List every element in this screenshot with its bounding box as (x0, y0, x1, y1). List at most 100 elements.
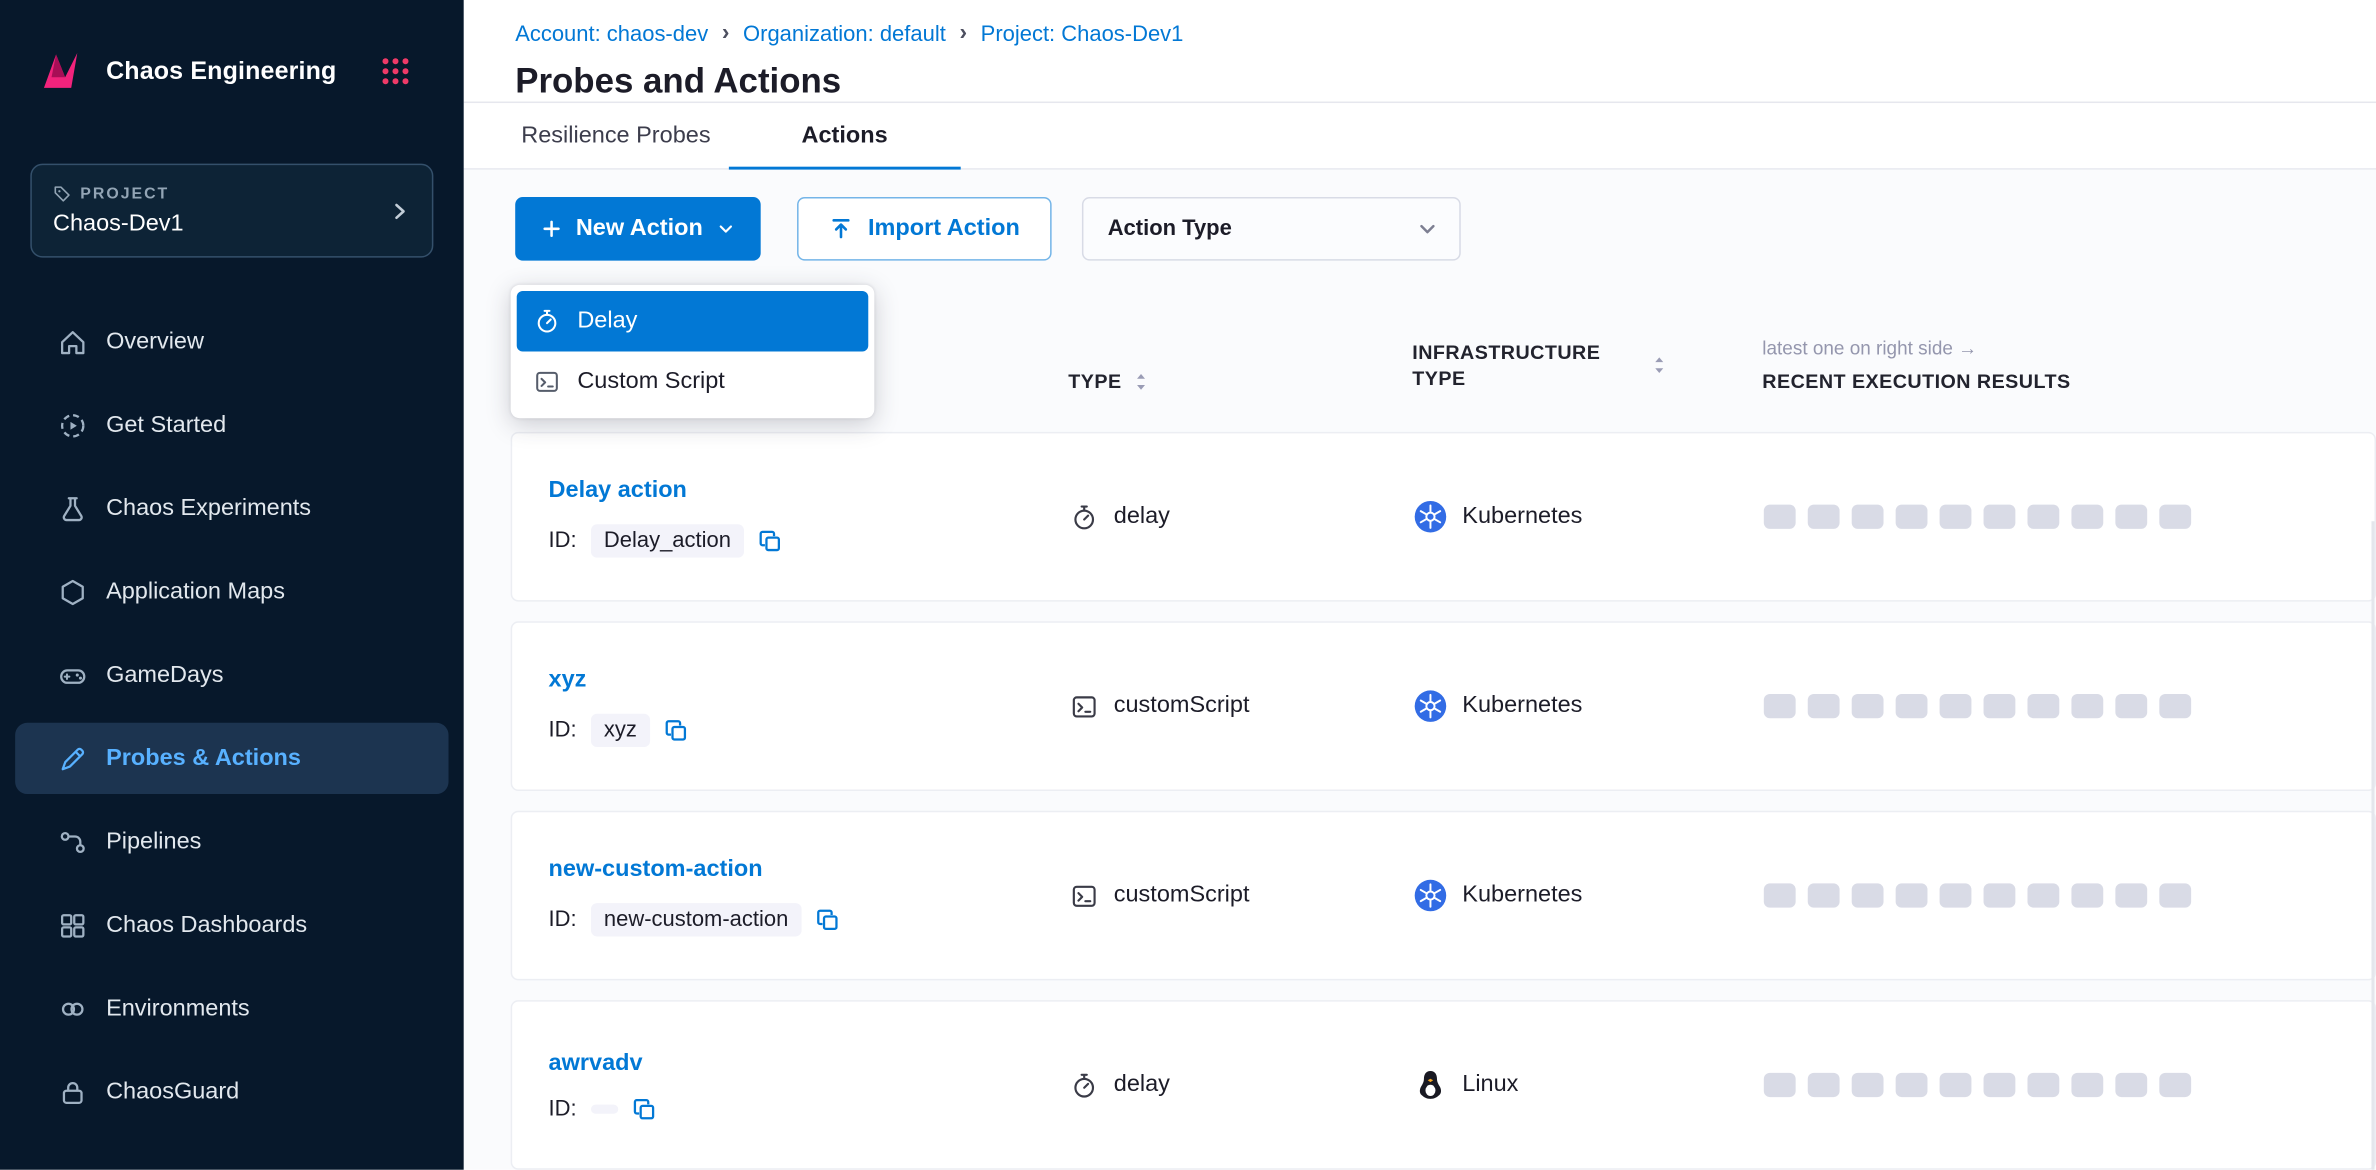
copy-icon[interactable] (816, 907, 840, 931)
script-icon (533, 368, 560, 395)
recent-execution-results (1764, 694, 2375, 718)
get-started-icon (58, 410, 88, 440)
breadcrumb-link[interactable]: Account: chaos-dev (515, 22, 708, 46)
kubernetes-icon (1414, 689, 1447, 722)
execution-result-placeholder (2071, 1073, 2103, 1097)
breadcrumb-link[interactable]: Organization: default (743, 22, 946, 46)
execution-result-placeholder (1940, 1073, 1972, 1097)
sidebar-item-application-maps[interactable]: Application Maps (15, 556, 448, 627)
execution-result-placeholder (2027, 694, 2059, 718)
type-header-label: TYPE (1068, 370, 1121, 393)
sidebar-item-label: Environments (106, 995, 250, 1022)
tab-resilience-probes[interactable]: Resilience Probes (521, 103, 729, 168)
sidebar-item-chaos-dashboards[interactable]: Chaos Dashboards (15, 889, 448, 960)
execution-result-placeholder (1852, 694, 1884, 718)
sidebar: Chaos Engineering PROJECT Chaos-Dev1 Ove… (0, 0, 464, 1170)
sidebar-item-label: Probes & Actions (106, 745, 301, 772)
action-id-chip: xyz (590, 713, 650, 746)
sidebar-item-overview[interactable]: Overview (15, 306, 448, 377)
execution-result-placeholder (1940, 883, 1972, 907)
execution-result-placeholder (2159, 694, 2191, 718)
execution-result-placeholder (1984, 505, 2016, 529)
table-header-type[interactable]: TYPE (1068, 370, 1412, 393)
sort-icon[interactable] (1134, 370, 1149, 391)
execution-result-placeholder (2027, 1073, 2059, 1097)
action-name-link[interactable]: new-custom-action (549, 855, 1070, 882)
action-row: xyz ID: xyz customScript Kubernetes (511, 621, 2376, 791)
action-name-link[interactable]: Delay action (549, 477, 1070, 504)
table-rows: Delay action ID: Delay_action delay Kube… (511, 432, 2376, 1170)
table-header-infrastructure[interactable]: INFRASTRUCTURE TYPE (1412, 339, 1762, 392)
menu-item-custom-script[interactable]: Custom Script (517, 352, 869, 413)
execution-result-placeholder (1852, 505, 1884, 529)
infrastructure-type-value: Kubernetes (1462, 503, 1582, 530)
execution-result-placeholder (2159, 883, 2191, 907)
lock-icon (58, 1077, 88, 1107)
sidebar-item-get-started[interactable]: Get Started (15, 389, 448, 460)
execution-result-placeholder (2027, 505, 2059, 529)
execution-result-placeholder (1764, 1073, 1796, 1097)
chaos-logo-icon[interactable] (30, 41, 91, 102)
import-action-button[interactable]: Import Action (797, 197, 1052, 261)
sidebar-item-probes-actions[interactable]: Probes & Actions (15, 723, 448, 794)
execution-result-placeholder (1984, 1073, 2016, 1097)
action-type-value: customScript (1114, 882, 1250, 909)
execution-result-placeholder (1852, 1073, 1884, 1097)
action-type-cell: customScript (1070, 881, 1414, 910)
project-info: PROJECT Chaos-Dev1 (53, 184, 184, 237)
action-row: new-custom-action ID: new-custom-action … (511, 811, 2376, 981)
sidebar-item-label: Overview (106, 328, 204, 355)
execution-result-placeholder (1808, 505, 1840, 529)
chevron-right-icon (388, 199, 411, 222)
sidebar-item-environments[interactable]: Environments (15, 973, 448, 1044)
sort-icon[interactable] (1652, 355, 1667, 376)
copy-icon[interactable] (758, 528, 782, 552)
copy-icon[interactable] (664, 717, 688, 741)
actions-table: TYPE INFRASTRUCTURE TYPE latest one on r… (464, 286, 2376, 1169)
recent-execution-results (1764, 1073, 2375, 1097)
infrastructure-cell: Kubernetes (1414, 689, 1764, 722)
execution-result-placeholder (2071, 883, 2103, 907)
page-title: Probes and Actions (515, 61, 2376, 102)
sidebar-item-chaos-experiments[interactable]: Chaos Experiments (15, 473, 448, 544)
execution-result-placeholder (2115, 505, 2147, 529)
menu-item-label: Delay (577, 308, 637, 335)
scrollbar[interactable] (2371, 521, 2374, 1170)
action-row: awrvadv ID: delay Linux (511, 1000, 2376, 1170)
execution-result-placeholder (2027, 883, 2059, 907)
sidebar-item-label: Pipelines (106, 828, 201, 855)
action-name-link[interactable]: awrvadv (549, 1049, 1070, 1076)
execution-result-placeholder (1896, 883, 1928, 907)
new-action-button[interactable]: New Action (515, 197, 760, 261)
chevron-down-icon (1417, 218, 1438, 239)
new-action-label: New Action (576, 215, 703, 242)
sidebar-item-gamedays[interactable]: GameDays (15, 639, 448, 710)
chaos-engineering-app: Chaos Engineering PROJECT Chaos-Dev1 Ove… (0, 0, 2376, 1170)
action-type-select[interactable]: Action Type (1082, 197, 1461, 261)
tab-bar: Resilience Probes Actions (464, 103, 2376, 169)
id-label: ID: (549, 907, 577, 931)
action-id-chip (590, 1104, 617, 1113)
execution-result-placeholder (1940, 505, 1972, 529)
dashboard-icon (58, 910, 88, 940)
menu-item-delay[interactable]: Delay (517, 291, 869, 352)
brand-title: Chaos Engineering (106, 57, 336, 86)
breadcrumb-link[interactable]: Project: Chaos-Dev1 (981, 22, 1184, 46)
execution-result-placeholder (1896, 1073, 1928, 1097)
project-selector[interactable]: PROJECT Chaos-Dev1 (30, 164, 433, 258)
sidebar-item-chaosguard[interactable]: ChaosGuard (15, 1056, 448, 1127)
import-action-label: Import Action (868, 215, 1020, 242)
copy-icon[interactable] (631, 1096, 655, 1120)
sidebar-item-pipelines[interactable]: Pipelines (15, 806, 448, 877)
app-switcher-icon[interactable] (379, 55, 412, 88)
action-id-chip: Delay_action (590, 524, 744, 557)
stopwatch-icon (1070, 1071, 1099, 1100)
action-name-link[interactable]: xyz (549, 666, 1070, 693)
stopwatch-icon (533, 308, 560, 335)
probe-icon (58, 743, 88, 773)
action-type-cell: customScript (1070, 692, 1414, 721)
tab-actions[interactable]: Actions (729, 103, 961, 168)
project-name: Chaos-Dev1 (53, 210, 184, 237)
execution-result-placeholder (2115, 694, 2147, 718)
action-type-value: customScript (1114, 692, 1250, 719)
